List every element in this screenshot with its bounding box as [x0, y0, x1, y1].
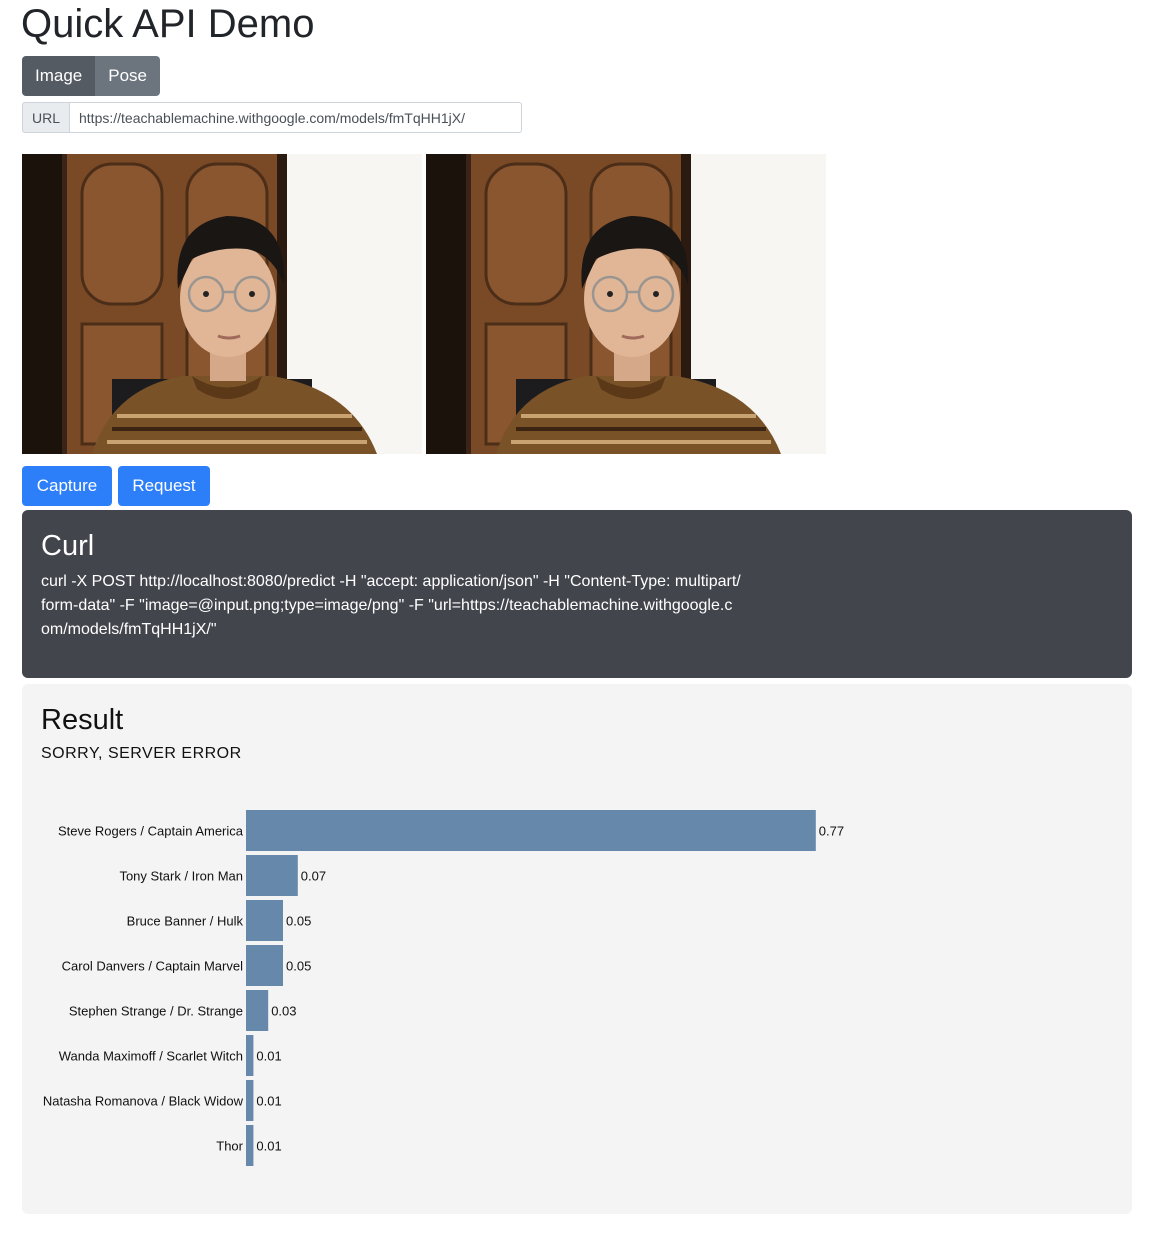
value-label-6: 0.01 — [256, 1094, 281, 1109]
category-label-4: Stephen Strange / Dr. Strange — [69, 1004, 243, 1019]
category-label-2: Bruce Banner / Hulk — [127, 914, 244, 929]
bar-1 — [246, 855, 298, 896]
captured-image — [426, 154, 826, 454]
bar-2 — [246, 900, 283, 941]
bar-3 — [246, 945, 283, 986]
mode-toggle-group: Image Pose — [22, 56, 160, 96]
page-title: Quick API Demo — [21, 2, 315, 46]
value-label-1: 0.07 — [301, 869, 326, 884]
mode-image-button[interactable]: Image — [22, 56, 96, 96]
category-label-1: Tony Stark / Iron Man — [119, 869, 243, 884]
request-button[interactable]: Request — [118, 466, 210, 506]
mode-pose-button[interactable]: Pose — [95, 56, 160, 96]
prediction-bar-chart: Steve Rogers / Captain America 0.77 Tony S… — [43, 810, 844, 1166]
value-label-5: 0.01 — [256, 1049, 281, 1064]
bar-7 — [246, 1125, 254, 1166]
captured-image-preview — [426, 154, 826, 454]
curl-title: Curl — [41, 530, 95, 562]
value-label-2: 0.05 — [286, 914, 311, 929]
webcam-preview-image — [22, 154, 422, 454]
webcam-preview — [22, 154, 422, 454]
category-label-7: Thor — [216, 1139, 243, 1154]
url-input-group: URL — [22, 102, 522, 133]
bar-6 — [246, 1080, 254, 1121]
category-label-0: Steve Rogers / Captain America — [58, 824, 244, 839]
capture-button[interactable]: Capture — [22, 466, 112, 506]
url-label: URL — [22, 102, 69, 133]
result-card: Result SORRY, SERVER ERROR Steve Rogers … — [22, 684, 1132, 1214]
bar-5 — [246, 1035, 254, 1076]
category-label-3: Carol Danvers / Captain Marvel — [62, 959, 243, 974]
curl-command: curl -X POST http://localhost:8080/predi… — [41, 573, 741, 638]
value-label-0: 0.77 — [819, 824, 844, 839]
category-label-5: Wanda Maximoff / Scarlet Witch — [59, 1049, 243, 1064]
curl-card: Curl curl -X POST http://localhost:8080/… — [22, 510, 1132, 678]
value-label-7: 0.01 — [256, 1139, 281, 1154]
value-label-3: 0.05 — [286, 959, 311, 974]
bar-0 — [246, 810, 816, 851]
value-label-4: 0.03 — [271, 1004, 296, 1019]
url-input[interactable] — [69, 102, 522, 133]
category-label-6: Natasha Romanova / Black Widow — [43, 1094, 244, 1109]
bar-4 — [246, 990, 269, 1031]
